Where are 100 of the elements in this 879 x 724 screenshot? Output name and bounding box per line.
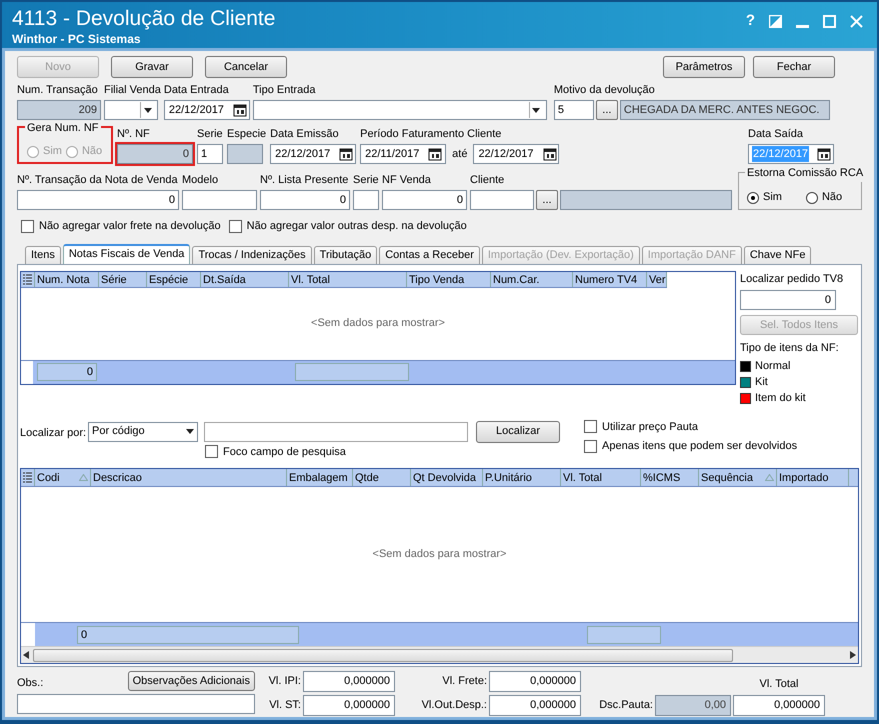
empty-message: <Sem dados para mostrar> [372, 547, 506, 562]
row-indicator [21, 360, 33, 384]
toolbar-button[interactable]: Fechar [753, 56, 835, 78]
date-field[interactable]: 22/11/2017 [360, 144, 446, 164]
number-field[interactable]: 0,000000 [303, 671, 395, 692]
toolbar-button[interactable]: Parâmetros [663, 56, 745, 78]
column-header[interactable]: Num. Nota [35, 272, 99, 286]
column-header[interactable]: Série [99, 272, 147, 286]
radio-label: Não [822, 190, 842, 206]
field-label: Obs.: [17, 676, 44, 690]
tab[interactable]: Trocas / Indenizações [192, 246, 312, 264]
description-field: CHEGADA DA MERC. ANTES NEGOC. [620, 100, 830, 120]
column-header[interactable]: %ICMS [641, 469, 699, 486]
number-field[interactable]: 0,000000 [733, 695, 825, 716]
range-label: até [451, 146, 468, 162]
toolbar-button[interactable]: Gravar [111, 56, 193, 78]
date-field[interactable]: 22/12/2017 [270, 144, 356, 164]
search-field[interactable] [204, 422, 468, 442]
additional-notes-button[interactable]: Observações Adicionais [128, 671, 255, 691]
column-header[interactable]: Importado [777, 469, 849, 486]
checkbox[interactable] [228, 220, 242, 233]
checkbox[interactable] [584, 440, 598, 453]
calendar-icon[interactable] [232, 103, 247, 117]
close-icon[interactable] [850, 14, 863, 28]
field-label: Vl. IPI: [268, 674, 301, 690]
dropdown-field[interactable]: Por código [88, 422, 198, 442]
column-header[interactable]: Codi [35, 469, 91, 486]
checkbox[interactable] [205, 445, 218, 458]
checkbox-label: Apenas itens que podem ser devolvidos [602, 439, 798, 454]
tab[interactable]: Notas Fiscais de Venda [62, 244, 190, 264]
tab[interactable]: Contas a Receber [379, 246, 480, 264]
dropdown-field[interactable] [104, 100, 158, 120]
toolbar-button[interactable]: Cancelar [205, 56, 287, 78]
date-field[interactable]: 22/12/2017 [164, 100, 250, 120]
horizontal-scrollbar[interactable] [21, 646, 858, 663]
dropdown-field[interactable] [252, 100, 547, 120]
column-header[interactable]: Qt Devolvida [411, 469, 483, 486]
checkbox[interactable] [584, 420, 598, 434]
row-indicator [21, 623, 35, 646]
number-field[interactable]: 0,000000 [489, 695, 581, 716]
radio-button[interactable] [747, 192, 759, 204]
column-header[interactable]: P.Unitário [483, 469, 561, 486]
calendar-icon[interactable] [339, 147, 354, 161]
column-chooser-icon[interactable] [23, 274, 32, 284]
text-field[interactable]: 5 [554, 100, 594, 120]
readonly-field [227, 144, 263, 164]
tab[interactable]: Itens [25, 246, 61, 264]
readonly-field: 0,00 [655, 695, 731, 716]
notes-field[interactable] [17, 694, 255, 714]
sort-arrow-icon [765, 474, 774, 481]
scroll-left-icon[interactable] [23, 651, 29, 659]
column-header[interactable]: Vl. Total [561, 469, 641, 486]
checkbox-label: Não agregar valor outras desp. na devolução [246, 219, 467, 234]
legend-label: Normal [755, 358, 790, 374]
checkbox-label: Foco campo de pesquisa [223, 444, 346, 460]
number-field[interactable]: 0 [17, 190, 179, 210]
footer-total: 0 [37, 363, 97, 381]
text-field[interactable]: 1 [197, 144, 223, 164]
column-header[interactable]: Dt.Saída [201, 272, 289, 286]
number-field[interactable]: 0 [740, 290, 836, 310]
column-header[interactable]: Sequência [699, 469, 777, 486]
number-field[interactable]: 0,000000 [303, 695, 395, 716]
text-field[interactable] [353, 190, 379, 210]
lookup-button[interactable]: ... [596, 100, 618, 120]
field-label: Nº. Transação da Nota de Venda [17, 173, 179, 188]
maximize-icon[interactable] [823, 14, 836, 28]
field-label: Modelo [182, 173, 220, 188]
text-field[interactable] [182, 190, 257, 210]
calendar-icon[interactable] [817, 147, 832, 161]
number-field[interactable]: 0 [382, 190, 467, 210]
lookup-button[interactable]: ... [536, 190, 558, 210]
radio-button[interactable] [806, 192, 818, 204]
calendar-icon[interactable] [428, 147, 442, 161]
calendar-icon[interactable] [542, 147, 556, 161]
restore-icon[interactable] [769, 14, 782, 28]
column-header[interactable]: Num.Car. [491, 272, 573, 286]
column-header[interactable]: Espécie [147, 272, 201, 286]
column-header[interactable]: Descricao [91, 469, 287, 486]
field-label: Data Saída [748, 127, 804, 142]
scrollbar-thumb[interactable] [33, 648, 733, 662]
column-header[interactable]: Vl. Total [289, 272, 407, 286]
field-label: Dsc.Pauta: [598, 698, 653, 714]
column-chooser-icon[interactable] [23, 472, 32, 483]
search-button[interactable]: Localizar [476, 420, 560, 442]
field-label: Vl. ST: [268, 698, 301, 714]
column-header[interactable]: Ver [647, 272, 667, 286]
tab[interactable]: Chave NFe [744, 246, 812, 264]
tab[interactable]: Tributação [314, 246, 378, 264]
field-label: Localizar por: [20, 426, 86, 442]
column-header[interactable]: Tipo Venda [407, 272, 491, 286]
column-header[interactable]: Qtde [353, 469, 411, 486]
date-field[interactable]: 22/12/2017 [473, 144, 560, 164]
number-field[interactable]: 0,000000 [489, 671, 581, 692]
column-header[interactable]: Embalagem [287, 469, 353, 486]
checkbox[interactable] [21, 220, 34, 233]
column-header[interactable]: Numero TV4 [573, 272, 647, 286]
text-field[interactable] [470, 190, 534, 210]
scroll-right-icon[interactable] [850, 651, 856, 659]
number-field[interactable]: 0 [260, 190, 350, 210]
radio-label: Sim [43, 144, 62, 160]
